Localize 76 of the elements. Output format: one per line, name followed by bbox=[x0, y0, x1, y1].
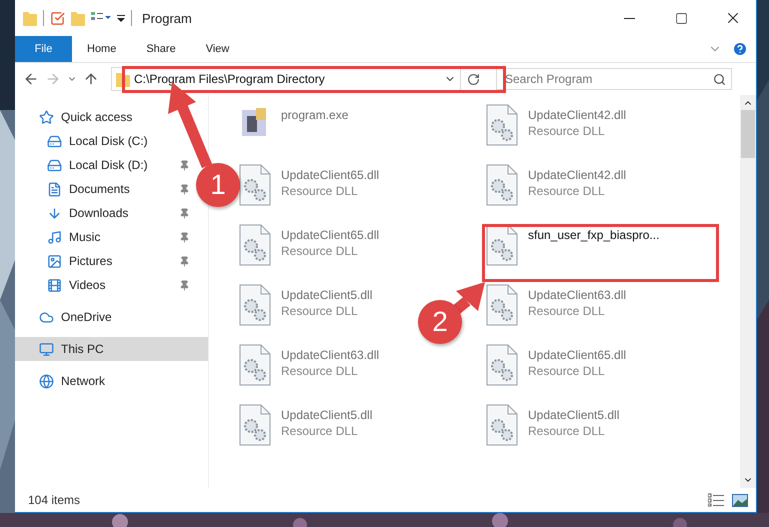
back-button[interactable] bbox=[23, 71, 39, 87]
details-view-icon[interactable] bbox=[708, 493, 724, 507]
search-field[interactable]: Search Program bbox=[496, 68, 732, 90]
file-type: Resource DLL bbox=[281, 304, 358, 318]
sidebar-item-icon bbox=[47, 230, 62, 244]
gear-file-icon bbox=[239, 284, 271, 326]
sidebar-item-icon bbox=[47, 134, 62, 148]
large-icons-view-icon[interactable] bbox=[732, 494, 748, 506]
sidebar-item-icon bbox=[47, 254, 62, 268]
sidebar-item[interactable]: OneDrive bbox=[61, 310, 112, 324]
sidebar-item[interactable]: This PC bbox=[15, 337, 208, 361]
file-type: Resource DLL bbox=[281, 424, 358, 438]
gear-file-icon bbox=[486, 164, 518, 206]
sidebar-item[interactable]: Downloads bbox=[69, 206, 128, 220]
gear-file-icon bbox=[486, 224, 518, 266]
gear-file-icon bbox=[486, 344, 518, 386]
file-name[interactable]: UpdateClient65.dll bbox=[281, 228, 380, 242]
gear-file-icon bbox=[239, 404, 271, 446]
sidebar-item-icon bbox=[39, 310, 54, 324]
ribbon-tab[interactable]: Share bbox=[131, 36, 191, 62]
sidebar-item[interactable]: Local Disk (C:) bbox=[69, 134, 148, 148]
customize-icon[interactable] bbox=[117, 14, 125, 22]
file-name[interactable]: UpdateClient65.dll bbox=[528, 348, 626, 362]
file-name[interactable]: UpdateClient42.dll bbox=[528, 108, 626, 122]
file-type: Resource DLL bbox=[528, 424, 605, 438]
ribbon-tab[interactable]: Home bbox=[72, 36, 132, 62]
file-name[interactable]: UpdateClient63.dll bbox=[528, 288, 626, 302]
arrow bbox=[452, 280, 487, 314]
file-name[interactable]: UpdateClient63.dll bbox=[281, 348, 380, 362]
file-type: Resource DLL bbox=[281, 244, 358, 258]
gear-file-icon bbox=[486, 404, 518, 446]
sidebar-item-icon bbox=[47, 182, 62, 196]
help-icon[interactable] bbox=[732, 41, 748, 57]
file-type: Resource DLL bbox=[528, 304, 605, 318]
up-button[interactable] bbox=[83, 71, 99, 87]
search-icon bbox=[713, 72, 726, 86]
sidebar-item-icon bbox=[39, 110, 54, 124]
file-tab[interactable]: File bbox=[15, 36, 72, 62]
gear-file-icon bbox=[239, 164, 271, 206]
file-name[interactable]: UpdateClient42.dll bbox=[528, 168, 626, 182]
sidebar-item[interactable]: Music bbox=[69, 230, 100, 244]
sidebar-item[interactable]: Quick access bbox=[61, 110, 132, 124]
item-count: 104 items bbox=[28, 493, 82, 507]
sidebar-item-icon bbox=[39, 374, 54, 388]
gear-file-icon bbox=[239, 344, 271, 386]
sidebar-item-icon bbox=[47, 206, 62, 220]
gear-file-icon bbox=[486, 284, 518, 326]
file-name[interactable]: UpdateClient5.dll bbox=[281, 288, 372, 302]
file-type: Resource DLL bbox=[528, 124, 605, 138]
file-type: Resource DLL bbox=[528, 364, 605, 378]
gear-file-icon bbox=[239, 224, 271, 266]
sidebar-item[interactable]: Local Disk (D:) bbox=[69, 158, 148, 172]
sidebar-item[interactable]: Pictures bbox=[69, 254, 112, 268]
maximize-icon bbox=[674, 12, 688, 24]
file-name[interactable]: UpdateClient5.dll bbox=[528, 408, 620, 422]
file-type: Resource DLL bbox=[281, 184, 358, 198]
file-name[interactable]: sfun_user_fxp_biaspro... bbox=[528, 228, 660, 242]
properties-icon[interactable] bbox=[50, 10, 65, 26]
file-name[interactable]: program.exe bbox=[281, 108, 348, 122]
file-type: Resource DLL bbox=[281, 364, 358, 378]
file-name[interactable]: UpdateClient65.dll bbox=[281, 168, 380, 182]
sidebar-item-icon bbox=[39, 342, 54, 356]
window-title: Program bbox=[141, 10, 193, 26]
sidebar-item[interactable]: Documents bbox=[69, 182, 130, 196]
refresh-button[interactable] bbox=[467, 72, 480, 86]
address-path: C:\Program Files\Program Directory bbox=[133, 72, 326, 86]
sidebar-item-icon bbox=[47, 158, 62, 172]
sidebar-item[interactable]: Videos bbox=[69, 278, 106, 292]
ribbon-tab[interactable]: View bbox=[190, 36, 244, 62]
scrollbar[interactable] bbox=[740, 95, 756, 488]
gear-file-icon bbox=[486, 104, 518, 146]
scroll-thumb[interactable] bbox=[741, 110, 755, 158]
sidebar-item[interactable]: Network bbox=[61, 374, 106, 388]
sidebar-item-icon bbox=[47, 278, 62, 292]
file-name[interactable]: UpdateClient5.dll bbox=[281, 408, 372, 422]
file-type: Resource DLL bbox=[528, 184, 605, 198]
